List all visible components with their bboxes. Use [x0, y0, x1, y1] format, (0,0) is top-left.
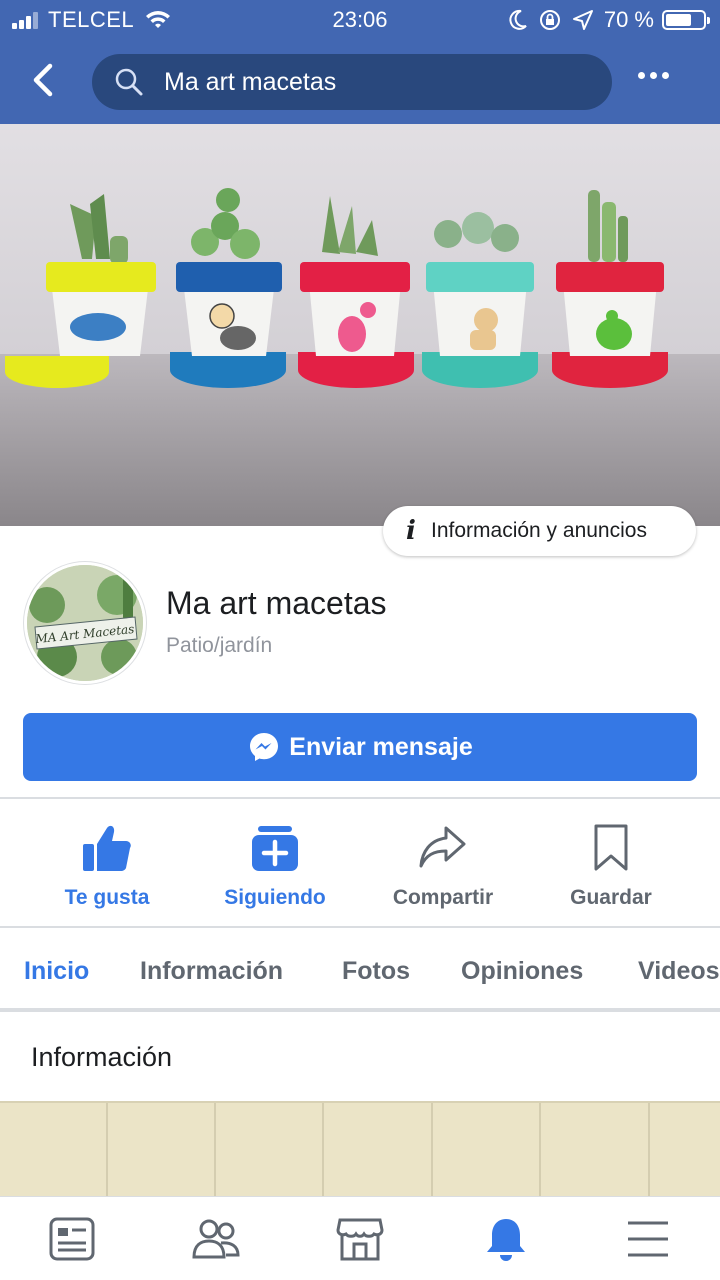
more-options-button[interactable]	[638, 72, 674, 79]
share-icon	[419, 826, 466, 868]
rotation-lock-icon	[539, 10, 560, 30]
battery-icon	[662, 10, 710, 30]
save-button[interactable]: Guardar	[527, 800, 695, 926]
page-actions: Te gusta Siguiendo Compartir Guardar	[0, 800, 720, 926]
back-button[interactable]	[24, 60, 64, 100]
send-message-button[interactable]: Enviar mensaje	[23, 713, 697, 781]
moon-icon	[509, 9, 527, 30]
status-right: 70 %	[508, 7, 710, 33]
bottom-nav	[0, 1196, 720, 1280]
thumbs-up-icon	[83, 825, 131, 871]
send-message-label: Enviar mensaje	[289, 732, 473, 761]
menu-icon	[628, 1221, 668, 1257]
like-label: Te gusta	[64, 886, 150, 909]
battery-percent: 70 %	[603, 7, 654, 32]
share-label: Compartir	[392, 886, 494, 909]
avatar-image: MA Art Macetas	[27, 565, 143, 681]
page-title: Ma art macetas	[166, 585, 387, 621]
header: TELCEL 23:06 70 % Ma art macetas	[0, 0, 720, 124]
news-feed-icon	[49, 1217, 95, 1261]
cover-photo[interactable]	[0, 124, 720, 526]
section-title: Información	[31, 1042, 173, 1072]
search-bar[interactable]: Ma art macetas	[92, 54, 612, 110]
search-icon	[115, 68, 143, 96]
divider	[0, 926, 720, 928]
nav-friends[interactable]	[186, 1211, 246, 1267]
tab-photos[interactable]: Fotos	[342, 957, 410, 986]
status-bar: TELCEL 23:06 70 %	[0, 0, 720, 40]
divider	[0, 797, 720, 799]
save-label: Guardar	[570, 886, 652, 909]
friends-icon	[192, 1219, 240, 1259]
location-icon	[572, 10, 593, 30]
info-and-ads-button[interactable]: i Información y anuncios	[383, 506, 696, 556]
tab-videos[interactable]: Videos	[638, 957, 720, 986]
nav-menu[interactable]	[618, 1211, 678, 1267]
like-button[interactable]: Te gusta	[23, 800, 191, 926]
tab-reviews[interactable]: Opiniones	[461, 957, 583, 986]
bookmark-icon	[594, 824, 628, 871]
nav-news-feed[interactable]	[42, 1211, 102, 1267]
plant-pots-image	[5, 188, 668, 388]
page-tabs: Inicio Información Fotos Opiniones Video…	[0, 930, 720, 1012]
search-query: Ma art macetas	[164, 67, 337, 96]
page-category[interactable]: Patio/jardín	[166, 634, 272, 658]
notifications-icon	[487, 1219, 525, 1261]
following-button[interactable]: Siguiendo	[191, 800, 359, 926]
active-tab-indicator	[0, 1008, 117, 1012]
nav-notifications[interactable]	[476, 1211, 536, 1267]
share-button[interactable]: Compartir	[359, 800, 527, 926]
tab-information[interactable]: Información	[140, 957, 283, 986]
marketplace-icon	[336, 1218, 384, 1261]
following-icon	[252, 826, 298, 871]
info-and-ads-label: Información y anuncios	[431, 519, 647, 542]
tab-home[interactable]: Inicio	[24, 957, 89, 986]
nav-marketplace[interactable]	[330, 1211, 390, 1267]
messenger-icon	[250, 733, 279, 761]
map-preview[interactable]	[0, 1101, 720, 1199]
info-icon: i	[406, 516, 416, 546]
avatar[interactable]: MA Art Macetas	[24, 562, 146, 684]
following-label: Siguiendo	[224, 886, 326, 909]
